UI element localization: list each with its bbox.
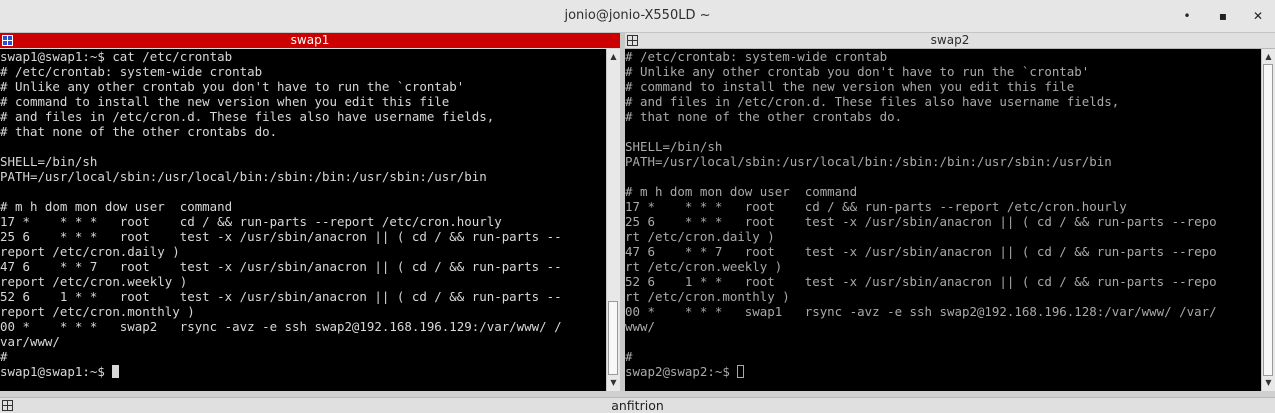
terminal-line: report /etc/cron.monthly ) [0,304,195,319]
terminal-line: 25 6 * * * root test -x /usr/sbin/anacro… [625,214,1217,229]
scroll-up-arrow-icon[interactable]: ▲ [1262,50,1275,63]
terminal-line: # Unlike any other crontab you don't hav… [625,64,1090,79]
terminal-line: # [625,349,633,364]
scrollbar-swap2[interactable]: ▲ ▼ [1261,49,1275,391]
window-title: jonio@jonio-X550LD ~ [564,8,711,23]
terminal-line: var/www/ [0,334,60,349]
window-titlebar: jonio@jonio-X550LD ~ • ▪ ✕ [0,0,1275,33]
terminal-line: rt /etc/cron.daily ) [625,229,775,244]
terminal-line: 47 6 * * 7 root test -x /usr/sbin/anacro… [0,259,562,274]
minimize-button[interactable]: • [1177,6,1197,26]
terminal-line: 47 6 * * 7 root test -x /usr/sbin/anacro… [625,244,1217,259]
terminal-line: # Unlike any other crontab you don't hav… [0,79,465,94]
terminal-line: # [0,349,8,364]
terminal-line: # and files in /etc/cron.d. These files … [0,109,495,124]
scroll-down-arrow-icon[interactable]: ▼ [1262,376,1275,389]
terminal-line: # and files in /etc/cron.d. These files … [625,94,1120,109]
terminal-line: rt /etc/cron.weekly ) [625,259,783,274]
terminal-split-icon[interactable] [2,35,13,46]
terminal-line: report /etc/cron.daily ) [0,244,180,259]
terminal-line: # command to install the new version whe… [0,94,450,109]
terminal-line: # that none of the other crontabs do. [625,109,903,124]
terminal-line: 25 6 * * * root test -x /usr/sbin/anacro… [0,229,562,244]
scroll-up-arrow-icon[interactable]: ▲ [607,50,620,63]
terminal-line: # command to install the new version whe… [625,79,1075,94]
bottom-pane-title: anfitrion [611,398,664,413]
terminal-line: # m h dom mon dow user command [625,184,858,199]
close-button[interactable]: ✕ [1248,6,1268,26]
terminal-cursor [737,365,745,378]
terminal-line: # /etc/crontab: system-wide crontab [0,64,263,79]
terminal-line: 00 * * * * swap2 rsync -avz -e ssh swap2… [0,319,562,334]
terminal-line: 17 * * * * root cd / && run-parts --repo… [625,199,1127,214]
terminal-line: # /etc/crontab: system-wide crontab [625,49,888,64]
bottom-pane-header[interactable]: anfitrion [0,397,1275,413]
terminal-line: swap1@swap1:~$ cat /etc/crontab [0,49,233,64]
terminal-line: www/ [625,319,655,334]
terminal-line: 52 6 1 * * root test -x /usr/sbin/anacro… [0,289,562,304]
terminal-output: swap1@swap1:~$ cat /etc/crontab # /etc/cr… [0,49,606,379]
terminal-line: 17 * * * * root cd / && run-parts --repo… [0,214,502,229]
pane-title: swap2 [930,33,970,47]
scrollbar-thumb[interactable] [608,301,618,375]
scroll-down-arrow-icon[interactable]: ▼ [607,376,620,389]
terminal-split-icon[interactable] [627,35,638,46]
terminal-line: PATH=/usr/local/sbin:/usr/local/bin:/sbi… [0,169,487,184]
terminal-line: swap2@swap2:~$ [625,364,1261,379]
pane-title: swap1 [290,33,330,47]
terminal-output: # /etc/crontab: system-wide crontab # Unl… [625,49,1261,379]
scrollbar-swap1[interactable]: ▲ ▼ [606,49,620,391]
terminal-line: # that none of the other crontabs do. [0,124,278,139]
maximize-button[interactable]: ▪ [1213,6,1233,26]
terminal-line: SHELL=/bin/sh [625,139,723,154]
terminal-swap1[interactable]: swap1@swap1:~$ cat /etc/crontab # /etc/cr… [0,49,606,391]
terminal-cursor [112,365,120,378]
terminal-line: report /etc/cron.weekly ) [0,274,188,289]
terminal-line: 52 6 1 * * root test -x /usr/sbin/anacro… [625,274,1217,289]
terminal-line: PATH=/usr/local/sbin:/usr/local/bin:/sbi… [625,154,1112,169]
terminal-swap2[interactable]: # /etc/crontab: system-wide crontab # Unl… [625,49,1261,391]
terminal-line: 00 * * * * swap1 rsync -avz -e ssh swap2… [625,304,1217,319]
scrollbar-thumb[interactable] [1263,64,1273,376]
pane-header-swap1[interactable]: swap1 [0,33,620,48]
terminal-line: rt /etc/cron.monthly ) [625,289,790,304]
terminal-line: SHELL=/bin/sh [0,154,98,169]
terminal-line: swap1@swap1:~$ [0,364,606,379]
pane-header-swap2[interactable]: swap2 [625,33,1275,49]
terminal-line: # m h dom mon dow user command [0,199,233,214]
